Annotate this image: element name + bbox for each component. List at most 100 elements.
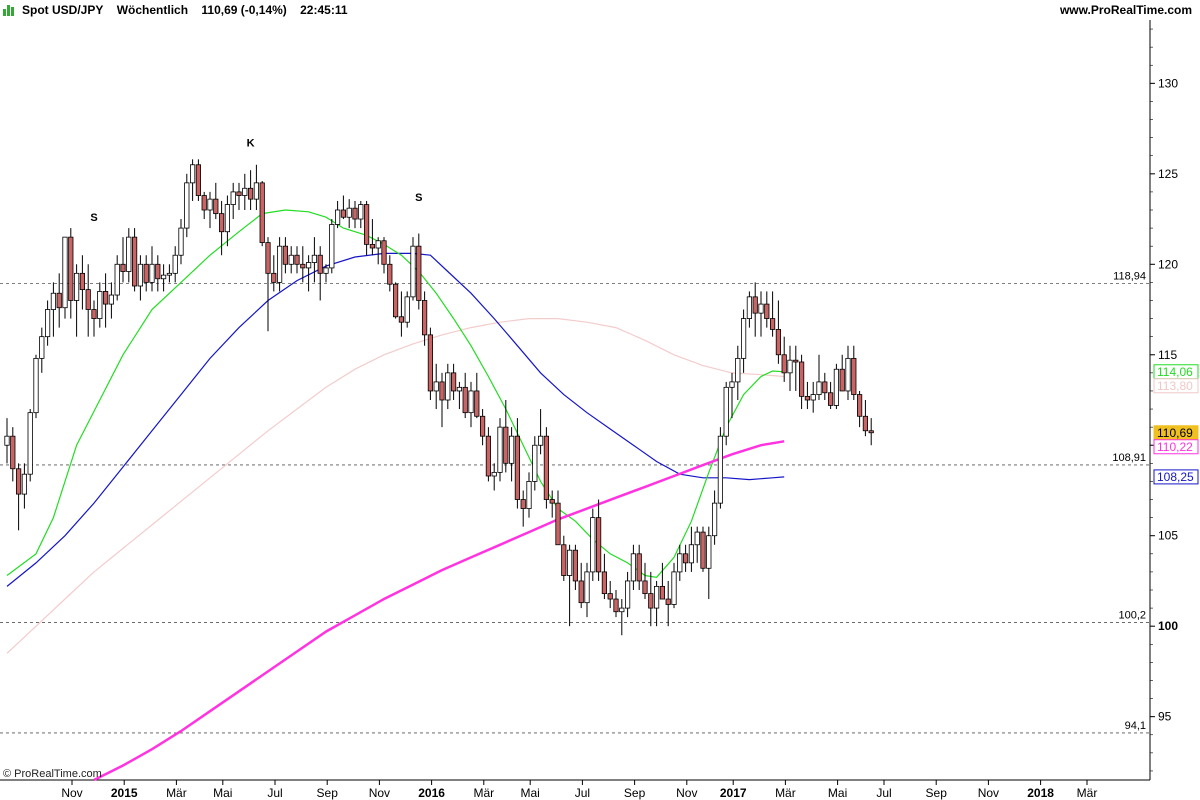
candle-body [770,318,776,330]
x-tick-label: Mär [473,786,494,800]
candle-body [416,245,422,301]
last-value-label: 113,80 [1157,379,1193,393]
candle-body [404,296,410,323]
candle-body [120,263,126,272]
candle-body [578,580,584,604]
candle-body [474,390,480,417]
candle-body [56,292,62,309]
candle-body [601,571,608,595]
price-level-label: 108,91 [1112,452,1146,464]
candle-body [317,254,323,274]
candle-body [549,499,555,504]
candle-body [450,372,457,392]
candle-body [137,263,143,287]
candle-body [282,245,289,265]
candle-body [305,262,312,269]
candle-body [352,207,358,220]
candle-body [642,580,648,595]
candle-body [607,593,613,600]
candle-body [630,553,637,582]
y-tick-label: 105 [1158,529,1178,543]
candle-body [45,309,51,338]
candle-body [845,357,851,392]
candle-body [445,372,451,401]
candle-body [178,227,184,256]
candle-body [555,502,561,546]
x-tick-label: Mai [213,786,232,800]
candle-body [538,435,544,446]
candle-body [665,598,671,605]
y-tick-label: 100 [1158,619,1178,633]
candle-body [236,191,242,196]
candle-body [636,553,642,582]
candle-body [201,195,207,211]
candle-body [108,294,114,305]
price-level-label: 118,94 [1113,270,1146,282]
candle-body [311,254,318,263]
x-tick-label: Jul [876,786,891,800]
candle-body [758,303,764,314]
candle-body [329,224,335,269]
candle-body [793,359,799,363]
candle-body [677,553,683,573]
candle-body [503,426,509,464]
candle-body [752,296,758,314]
candle-body [619,607,625,613]
candle-body [648,593,654,609]
candle-body [97,291,103,319]
x-tick-label: Jul [267,786,282,800]
y-tick-label: 130 [1158,76,1178,90]
candle-body [706,535,712,569]
candle-body [334,209,341,225]
candle-body [839,368,845,392]
candle-body [532,444,538,482]
candle-body [439,381,445,401]
candle-body [358,204,364,220]
candle-body [491,471,497,477]
candle-body [735,357,741,383]
candle-body [700,531,706,569]
price-level-label: 100,2 [1118,610,1146,622]
candle-body [340,209,347,218]
candle-body [717,435,724,504]
candle-body [15,468,22,495]
candle-body [764,303,770,319]
candle-body [271,272,277,283]
x-tick-label: Mai [521,786,540,800]
candle-body [816,381,822,395]
candle-body [85,289,91,310]
candle-body [857,394,863,417]
candle-body [91,309,97,319]
candle-body [155,263,161,280]
candle-body [659,585,666,600]
candle-body [741,318,747,359]
candle-body [323,267,329,274]
candle-body [79,272,85,291]
candle-body [39,336,45,359]
y-tick-label: 125 [1158,167,1178,181]
candle-body [694,531,700,546]
candle-body [195,164,201,196]
candle-body [775,329,782,356]
candle-body [126,236,132,272]
candle-body [514,435,521,500]
candle-body [410,245,416,298]
candle-body [189,164,196,184]
candle-body [247,187,254,200]
pattern-annotation: S [415,192,422,204]
last-value-label: 110,22 [1157,440,1193,454]
candle-body [799,361,805,397]
candle-body [456,386,463,392]
candle-body [688,544,695,564]
candle-body [729,381,735,388]
y-tick-label: 115 [1158,348,1177,362]
pattern-annotation: S [90,212,97,224]
candle-body [230,191,236,205]
candle-body [520,499,526,509]
candle-body [561,544,567,576]
candlestick-chart[interactable]: 118,94108,91100,294,19510010511011512012… [0,0,1200,800]
candle-body [131,236,138,287]
candle-body [625,580,631,609]
candle-body [723,386,729,437]
candle-body [4,435,10,446]
